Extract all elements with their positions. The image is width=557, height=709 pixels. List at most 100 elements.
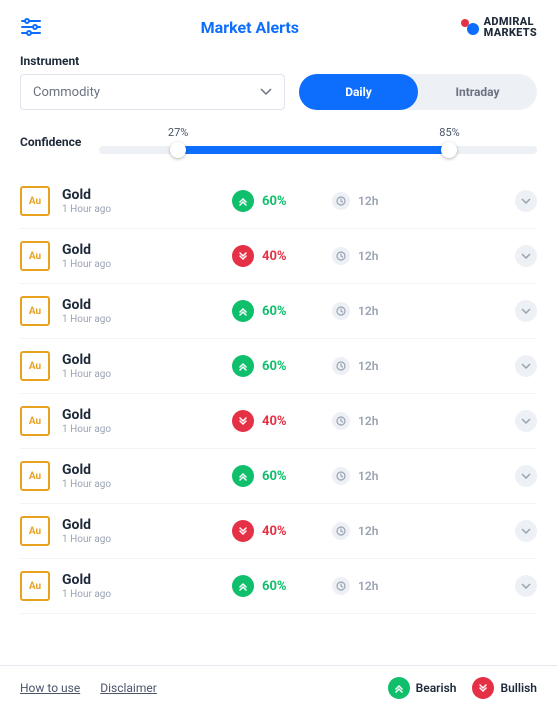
- tab-daily[interactable]: Daily: [299, 75, 418, 109]
- instrument-name: Gold: [62, 517, 232, 534]
- instrument-label: Instrument: [20, 54, 537, 68]
- brand-logo: ADMIRAL MARKETS: [458, 16, 537, 38]
- how-to-use-link[interactable]: How to use: [20, 681, 80, 695]
- confidence-pct: 40%: [262, 524, 287, 539]
- instrument-name: Gold: [62, 242, 232, 259]
- slider-fill: [178, 146, 449, 154]
- footer: How to use Disclaimer Bearish Bullish: [0, 665, 557, 709]
- slider-max-value: 85%: [439, 126, 459, 139]
- direction-icon: [232, 190, 254, 212]
- alert-time: 1 Hour ago: [62, 259, 232, 270]
- bullish-icon: [472, 677, 494, 699]
- expand-row[interactable]: [515, 245, 537, 267]
- alert-time: 1 Hour ago: [62, 534, 232, 545]
- confidence-pct: 40%: [262, 249, 287, 264]
- direction-icon: [232, 300, 254, 322]
- legend-bearish: Bearish: [388, 677, 457, 699]
- alert-row: AuGold1 Hour ago40%12h: [20, 504, 537, 559]
- symbol-badge: Au: [20, 406, 50, 436]
- clock-icon: [332, 522, 350, 540]
- alert-row: Au Gold1 Hour ago 40% 12h: [20, 229, 537, 284]
- bearish-icon: [388, 677, 410, 699]
- alert-row: Au Gold1 Hour ago 60% 12h: [20, 339, 537, 394]
- horizon-value: 12h: [358, 249, 378, 263]
- confidence-pct: 40%: [262, 414, 287, 429]
- tab-intraday[interactable]: Intraday: [418, 75, 537, 109]
- header: Market Alerts ADMIRAL MARKETS: [0, 0, 557, 54]
- symbol-badge: Au: [20, 296, 50, 326]
- confidence-pct: 60%: [262, 359, 287, 374]
- horizon-value: 12h: [358, 524, 378, 538]
- horizon-value: 12h: [358, 304, 378, 318]
- clock-icon: [332, 577, 350, 595]
- symbol-badge: Au: [20, 351, 50, 381]
- horizon-value: 12h: [358, 414, 378, 428]
- instrument-name: Gold: [62, 572, 232, 589]
- confidence-pct: 60%: [262, 194, 287, 209]
- direction-icon: [232, 355, 254, 377]
- clock-icon: [332, 412, 350, 430]
- alert-row: Au Gold1 Hour ago 60% 12h: [20, 284, 537, 339]
- confidence-label: Confidence: [20, 135, 81, 149]
- horizon-value: 12h: [358, 359, 378, 373]
- direction-icon: [232, 245, 254, 267]
- instrument-name: Gold: [62, 352, 232, 369]
- expand-row[interactable]: [515, 575, 537, 597]
- slider-thumb-min[interactable]: [170, 142, 186, 158]
- instrument-name: Gold: [62, 407, 232, 424]
- instrument-dropdown[interactable]: Commodity: [20, 74, 285, 110]
- direction-icon: [232, 520, 254, 542]
- confidence-pct: 60%: [262, 469, 287, 484]
- instrument-selected: Commodity: [33, 85, 100, 100]
- clock-icon: [332, 192, 350, 210]
- alert-row: Au Gold1 Hour ago 60% 12h: [20, 559, 537, 614]
- alert-time: 1 Hour ago: [62, 314, 232, 325]
- direction-icon: [232, 465, 254, 487]
- confidence-slider[interactable]: 27% 85%: [99, 130, 537, 154]
- symbol-badge: Au: [20, 571, 50, 601]
- expand-row[interactable]: [515, 465, 537, 487]
- expand-row[interactable]: [515, 300, 537, 322]
- instrument-name: Gold: [62, 297, 232, 314]
- alert-time: 1 Hour ago: [62, 479, 232, 490]
- horizon-value: 12h: [358, 579, 378, 593]
- symbol-badge: Au: [20, 186, 50, 216]
- confidence-pct: 60%: [262, 304, 287, 319]
- expand-row[interactable]: [515, 190, 537, 212]
- clock-icon: [332, 357, 350, 375]
- alert-time: 1 Hour ago: [62, 589, 232, 600]
- horizon-value: 12h: [358, 194, 378, 208]
- period-toggle: Daily Intraday: [299, 74, 537, 110]
- clock-icon: [332, 247, 350, 265]
- page-title: Market Alerts: [201, 18, 299, 37]
- clock-icon: [332, 302, 350, 320]
- alert-row: Au Gold1 Hour ago 60% 12h: [20, 449, 537, 504]
- expand-row[interactable]: [515, 355, 537, 377]
- alert-list: AuGold1 Hour ago60%12hAuGold1 Hour ago40…: [0, 174, 557, 626]
- slider-min-value: 27%: [168, 126, 188, 139]
- direction-icon: [232, 575, 254, 597]
- brand-text-2: MARKETS: [484, 27, 537, 38]
- alert-row: Au Gold1 Hour ago 60% 12h: [20, 174, 537, 229]
- symbol-badge: Au: [20, 241, 50, 271]
- chevron-down-icon: [260, 88, 272, 96]
- expand-row[interactable]: [515, 410, 537, 432]
- slider-thumb-max[interactable]: [441, 142, 457, 158]
- alert-time: 1 Hour ago: [62, 204, 232, 215]
- direction-icon: [232, 410, 254, 432]
- horizon-value: 12h: [358, 469, 378, 483]
- alert-time: 1 Hour ago: [62, 424, 232, 435]
- instrument-name: Gold: [62, 187, 232, 204]
- settings-icon[interactable]: [20, 16, 42, 38]
- symbol-badge: Au: [20, 461, 50, 491]
- expand-row[interactable]: [515, 520, 537, 542]
- alert-time: 1 Hour ago: [62, 369, 232, 380]
- disclaimer-link[interactable]: Disclaimer: [100, 681, 157, 695]
- legend-bullish: Bullish: [472, 677, 537, 699]
- instrument-name: Gold: [62, 462, 232, 479]
- clock-icon: [332, 467, 350, 485]
- alert-row: Au Gold1 Hour ago 40% 12h: [20, 394, 537, 449]
- alert-row: AuGold1 Hour ago60%12h: [20, 614, 537, 626]
- brand-dots-icon: [458, 18, 480, 36]
- confidence-pct: 60%: [262, 579, 287, 594]
